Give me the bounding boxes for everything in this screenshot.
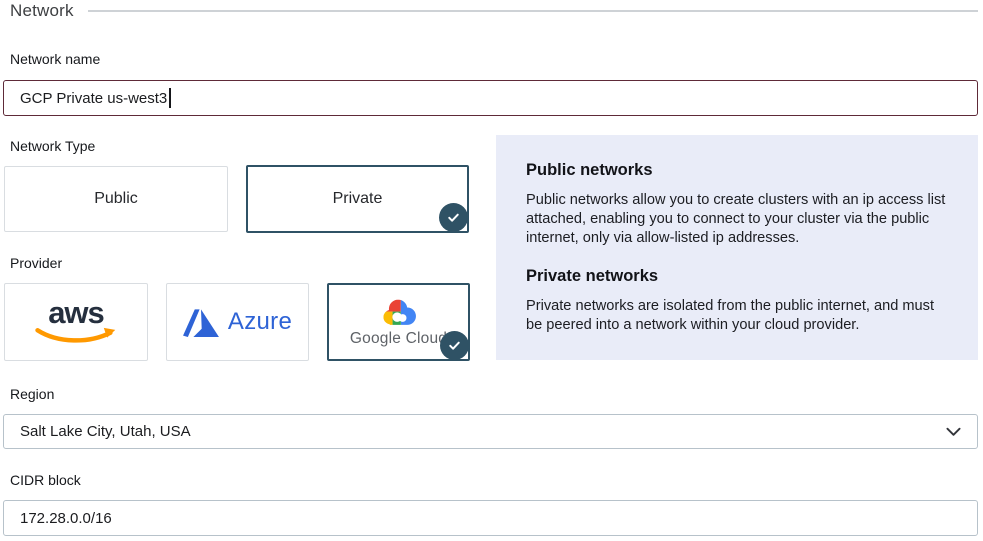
network-type-info-panel: Public networks Public networks allow yo… <box>496 135 978 360</box>
network-form: Network Network name GCP Private us-west… <box>0 0 983 541</box>
region-label: Region <box>10 386 54 402</box>
text-cursor <box>169 88 171 108</box>
check-icon <box>440 331 469 360</box>
azure-logo-text: Azure <box>228 308 292 336</box>
info-heading-private: Private networks <box>526 267 948 286</box>
google-cloud-mark-icon <box>376 296 422 329</box>
chevron-down-icon <box>946 427 961 437</box>
info-heading-public: Public networks <box>526 161 948 180</box>
network-name-input[interactable]: GCP Private us-west3 <box>3 80 978 116</box>
provider-label: Provider <box>10 255 62 271</box>
provider-option-azure[interactable]: Azure <box>166 283 309 361</box>
info-body-public: Public networks allow you to create clus… <box>526 191 948 248</box>
aws-logo-icon: aws <box>32 299 120 346</box>
provider-option-aws[interactable]: aws <box>4 283 148 361</box>
network-type-option-label: Private <box>333 190 383 208</box>
provider-option-google-cloud[interactable]: Google Cloud <box>327 283 470 361</box>
network-type-option-label: Public <box>94 190 138 208</box>
info-body-private: Private networks are isolated from the p… <box>526 297 948 335</box>
network-type-option-private[interactable]: Private <box>246 165 469 233</box>
page-title: Network <box>10 1 74 21</box>
check-icon <box>439 203 468 232</box>
azure-logo-icon: Azure <box>183 308 292 337</box>
section-divider <box>88 10 978 12</box>
network-type-label: Network Type <box>10 138 95 154</box>
region-select-value: Salt Lake City, Utah, USA <box>20 423 191 440</box>
azure-mark-icon <box>183 308 219 337</box>
google-cloud-logo-icon: Google Cloud <box>350 296 447 348</box>
cidr-block-label: CIDR block <box>10 472 81 488</box>
google-cloud-logo-text: Google Cloud <box>350 330 447 348</box>
cidr-block-input[interactable]: 172.28.0.0/16 <box>3 500 978 536</box>
network-type-option-public[interactable]: Public <box>4 166 228 232</box>
aws-logo-text: aws <box>48 299 104 327</box>
aws-smile-icon <box>32 327 120 345</box>
region-select[interactable]: Salt Lake City, Utah, USA <box>3 414 978 449</box>
cidr-block-value: 172.28.0.0/16 <box>20 510 112 527</box>
network-name-label: Network name <box>10 51 100 67</box>
network-name-value: GCP Private us-west3 <box>20 90 167 107</box>
